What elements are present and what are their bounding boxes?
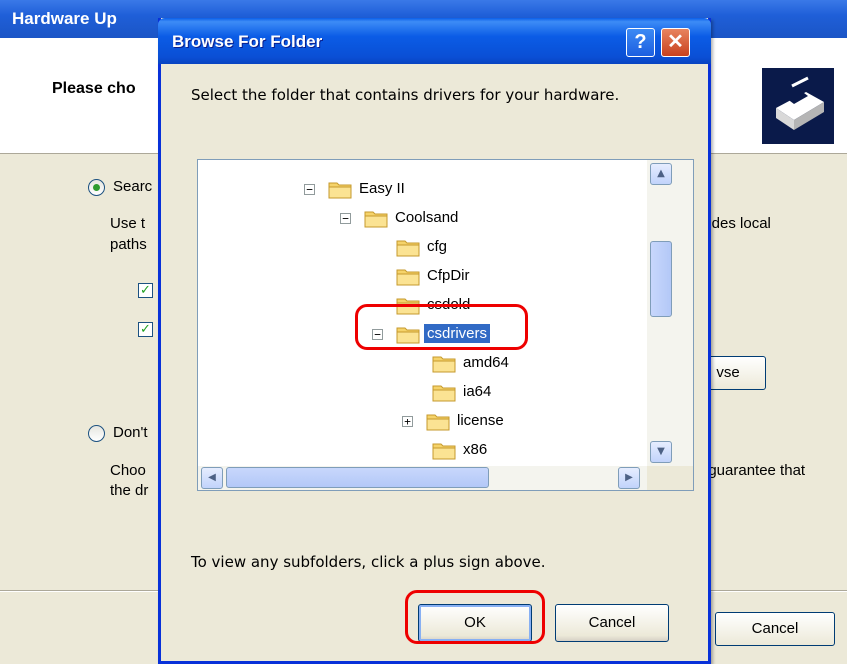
browse-button-label: vse: [716, 364, 740, 381]
collapse-icon[interactable]: −: [340, 213, 351, 224]
dont-search-description: Choo: [110, 462, 146, 479]
collapse-icon[interactable]: −: [372, 329, 383, 340]
cancel-button[interactable]: Cancel: [555, 604, 669, 642]
browse-for-folder-dialog: Browse For Folder ? ✕ Select the folder …: [158, 18, 711, 664]
tree-item-label: x86: [463, 441, 488, 458]
tree-item-label: CfpDir: [427, 267, 470, 284]
search-removable-checkbox[interactable]: ✓: [138, 283, 153, 298]
search-description-2: paths: [110, 236, 147, 253]
wizard-cancel-button[interactable]: Cancel: [715, 612, 835, 646]
tree-item-label: amd64: [463, 354, 509, 371]
horizontal-scrollbar[interactable]: ◀ ▶: [198, 466, 647, 490]
search-description: Use t: [110, 215, 146, 232]
radio-dot: [93, 184, 100, 191]
tree-item-label: license: [457, 412, 504, 429]
cancel-button-label: Cancel: [588, 614, 636, 631]
tree-item-label: cfg: [427, 238, 448, 255]
close-icon[interactable]: ✕: [661, 28, 690, 57]
tree-item-label: Coolsand: [395, 209, 459, 226]
dont-search-description-2: the dr: [110, 482, 149, 499]
search-radio-label: Searc: [113, 178, 153, 195]
collapse-icon[interactable]: −: [304, 184, 315, 195]
dialog-instruction: Select the folder that contains drivers …: [191, 86, 620, 104]
folder-icon: [396, 240, 420, 257]
folder-icon: [432, 385, 456, 402]
folder-icon: [396, 269, 420, 286]
folder-icon: [364, 211, 388, 228]
ok-button[interactable]: OK: [418, 604, 532, 642]
dont-search-description-right: t guarantee that: [700, 462, 806, 479]
horizontal-scroll-thumb[interactable]: [226, 467, 489, 488]
folder-icon: [396, 327, 420, 344]
tree-item-label: Easy II: [359, 180, 405, 197]
scroll-left-icon[interactable]: ◀: [201, 467, 223, 489]
folder-tree[interactable]: − Easy II − Coolsand cfg CfpDir csdold − csdrive…: [197, 159, 694, 491]
dont-search-radio[interactable]: [88, 425, 105, 442]
expand-icon[interactable]: +: [402, 416, 413, 427]
folder-icon: [396, 298, 420, 315]
tree-item-label: ia64: [463, 383, 492, 400]
folder-icon: [432, 356, 456, 373]
dialog-title: Browse For Folder: [172, 32, 323, 51]
search-radio[interactable]: [88, 179, 105, 196]
include-location-checkbox[interactable]: ✓: [138, 322, 153, 337]
help-icon[interactable]: ?: [626, 28, 655, 57]
scrollbar-corner: [647, 466, 693, 490]
folder-icon: [426, 414, 450, 431]
tree-item-label: csdold: [427, 296, 471, 313]
folder-icon: [328, 182, 352, 199]
wizard-title: Hardware Up: [12, 9, 117, 28]
vertical-scrollbar[interactable]: ▲ ▼: [647, 160, 693, 466]
vertical-scroll-thumb[interactable]: [650, 241, 672, 317]
dialog-hint: To view any subfolders, click a plus sig…: [191, 553, 546, 571]
scroll-down-icon[interactable]: ▼: [650, 441, 672, 463]
ok-button-label: OK: [464, 614, 486, 631]
dialog-titlebar[interactable]: Browse For Folder ? ✕: [158, 18, 711, 64]
hardware-logo-icon: [762, 68, 834, 144]
wizard-heading: Please cho: [52, 80, 136, 97]
scroll-right-icon[interactable]: ▶: [618, 467, 640, 489]
tree-item-label: csdrivers: [424, 324, 491, 343]
wizard-cancel-label: Cancel: [751, 620, 799, 637]
folder-icon: [432, 443, 456, 460]
dont-search-label: Don't: [113, 424, 148, 441]
scroll-up-icon[interactable]: ▲: [650, 163, 672, 185]
